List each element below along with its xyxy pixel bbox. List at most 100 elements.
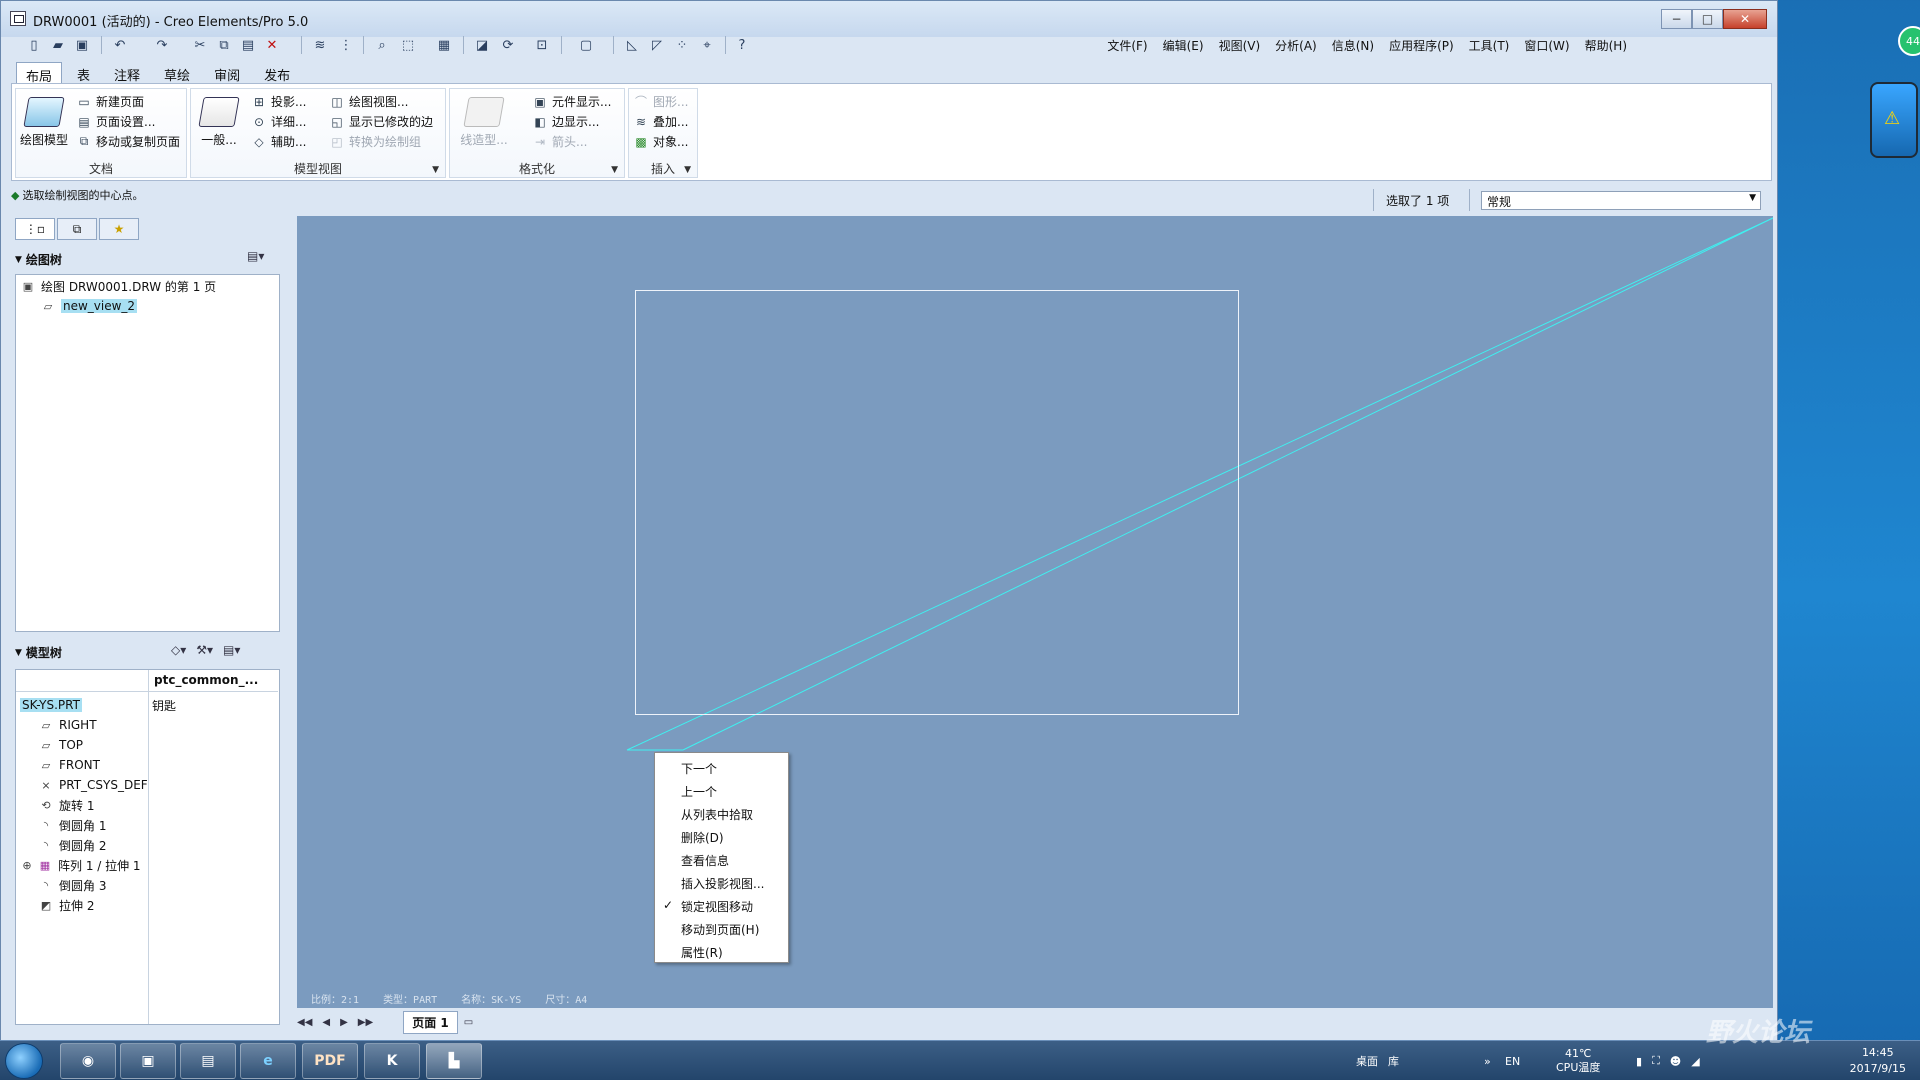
menu-item-info[interactable]: 查看信息 (681, 852, 729, 869)
taskbar-app-remote[interactable]: ▣ (120, 1043, 176, 1079)
next-page-icon[interactable]: ▶ (340, 1017, 348, 1028)
tray-library[interactable]: 库 (1388, 1041, 1399, 1080)
display-style-icon[interactable]: ▢ (575, 34, 597, 56)
taskbar-app-creo[interactable]: ▙ (426, 1043, 482, 1079)
tray-expand-icon[interactable]: » (1484, 1041, 1491, 1080)
tray-language[interactable]: EN (1505, 1041, 1520, 1080)
menu-analysis[interactable]: 分析(A) (1275, 37, 1317, 54)
model-views-expand-icon[interactable]: ▼ (432, 165, 439, 175)
taskbar-app-explorer[interactable]: ▤ (180, 1043, 236, 1079)
add-page-icon[interactable]: ▭ (464, 1017, 473, 1028)
page-tab[interactable]: 页面 1 (403, 1010, 458, 1034)
menu-item-previous[interactable]: 上一个 (681, 783, 717, 800)
menu-item-delete[interactable]: 删除(D) (681, 829, 724, 846)
arrow-button[interactable]: ⇥ 箭头... (532, 133, 587, 150)
menu-item-move-to-page[interactable]: 移动到页面(H) (681, 921, 759, 938)
tree-item-root[interactable]: SK-YS.PRT (20, 696, 82, 714)
taskbar-app-k[interactable]: K (364, 1043, 420, 1079)
copy-icon[interactable]: ⧉ (213, 34, 235, 56)
tab-folder-browser[interactable]: ⧉ (57, 218, 97, 240)
general-view-button[interactable]: 一般... (195, 97, 243, 148)
tree-item-sheet[interactable]: ▣ 绘图 DRW0001.DRW 的第 1 页 (20, 277, 216, 295)
repaint-icon[interactable]: ⟳ (497, 34, 519, 56)
move-copy-page-button[interactable]: ⧉ 移动或复制页面 (76, 133, 180, 150)
tree-item-round-3[interactable]: ◝ 倒圆角 3 (38, 876, 107, 894)
menu-item-pick-from-list[interactable]: 从列表中拾取 (681, 806, 753, 823)
taskbar-app-ie[interactable]: e (240, 1043, 296, 1079)
tree-item-revolve[interactable]: ⟲ 旋转 1 (38, 796, 94, 814)
page-setup-button[interactable]: ▤ 页面设置... (76, 113, 155, 130)
tree-item-round-1[interactable]: ◝ 倒圆角 1 (38, 816, 107, 834)
find-icon[interactable]: ⌕ (371, 34, 393, 56)
projection-view-button[interactable]: ⊞ 投影... (251, 93, 306, 110)
volume-icon[interactable]: ◢ (1691, 1055, 1699, 1068)
network-icon[interactable]: ⛶ (1652, 1054, 1660, 1068)
delete-icon[interactable]: ✕ (261, 34, 283, 56)
datum-plane-icon[interactable]: ◺ (621, 34, 643, 56)
menu-window[interactable]: 窗口(W) (1524, 37, 1569, 54)
drawing-tree-settings-icon[interactable]: ▤▾ (247, 249, 264, 263)
select-box-icon[interactable]: ⬚ (397, 34, 419, 56)
menu-applications[interactable]: 应用程序(P) (1389, 37, 1454, 54)
tree-item-view[interactable]: ▱ new_view_2 (40, 297, 138, 315)
convert-to-draw-group-button[interactable]: ◰ 转换为绘制组 (329, 133, 421, 150)
redo-icon[interactable]: ↷ (151, 34, 173, 56)
overlay-button[interactable]: ≋ 叠加... (633, 113, 688, 130)
prev-page-icon[interactable]: ◀ (322, 1017, 330, 1028)
maximize-button[interactable]: □ (1692, 9, 1723, 29)
first-page-icon[interactable]: ◀◀ (297, 1017, 312, 1028)
undo-icon[interactable]: ↶ (109, 34, 131, 56)
minimize-button[interactable]: − (1661, 9, 1692, 29)
tree-item-pattern[interactable]: ⊕ ▦ 阵列 1 / 拉伸 1 (22, 856, 140, 874)
menu-tools[interactable]: 工具(T) (1469, 37, 1510, 54)
tree-item-front[interactable]: ▱ FRONT (38, 756, 100, 774)
tree-item-extrude-2[interactable]: ◩ 拉伸 2 (38, 896, 95, 914)
taskbar-app-media[interactable]: ◉ (60, 1043, 116, 1079)
menu-item-lock-view-movement[interactable]: 锁定视图移动 (681, 898, 753, 915)
last-page-icon[interactable]: ▶▶ (358, 1017, 373, 1028)
menu-info[interactable]: 信息(N) (1332, 37, 1374, 54)
new-file-icon[interactable]: ▯ (23, 34, 45, 56)
auxiliary-view-button[interactable]: ◇ 辅助... (251, 133, 306, 150)
insert-expand-icon[interactable]: ▼ (684, 165, 691, 175)
csys-icon[interactable]: ⌖ (696, 34, 718, 56)
datum-axis-icon[interactable]: ◸ (646, 34, 668, 56)
drawing-tree-header[interactable]: ▼ 绘图树 (15, 251, 62, 268)
menu-item-properties[interactable]: 属性(R) (681, 944, 723, 961)
tree-item-round-2[interactable]: ◝ 倒圆角 2 (38, 836, 107, 854)
system-clock[interactable]: 14:45 2017/9/15 (1850, 1045, 1906, 1077)
taskbar-app-pdf[interactable]: PDF (302, 1043, 358, 1079)
help-icon[interactable]: ? (731, 34, 753, 56)
layer-icon[interactable]: ≋ (309, 34, 331, 56)
drawing-view-button[interactable]: ◫ 绘图视图... (329, 93, 408, 110)
datum-point-icon[interactable]: ⁘ (671, 34, 693, 56)
tree-item-csys[interactable]: ⨯ PRT_CSYS_DEF (38, 776, 147, 794)
tray-desktop[interactable]: 桌面 (1356, 1041, 1378, 1080)
menu-file[interactable]: 文件(F) (1107, 37, 1147, 54)
cut-icon[interactable]: ✂ (189, 34, 211, 56)
line-style-button[interactable]: 线造型... (456, 97, 512, 148)
new-page-button[interactable]: ▭ 新建页面 (76, 93, 144, 110)
desktop-gadget[interactable]: ⚠ (1870, 82, 1918, 158)
menu-edit[interactable]: 编辑(E) (1163, 37, 1204, 54)
drawing-model-button[interactable]: 绘图模型 (18, 97, 70, 148)
save-icon[interactable]: ▣ (71, 34, 93, 56)
edge-display-button[interactable]: ◧ 边显示... (532, 113, 599, 130)
component-display-button[interactable]: ▣ 元件显示... (532, 93, 611, 110)
show-icon[interactable]: ◇▾ (171, 643, 186, 657)
tab-model-tree[interactable]: ⋮▫ (15, 218, 55, 240)
regenerate-icon[interactable]: ◪ (471, 34, 493, 56)
settings-icon[interactable]: ▤▾ (223, 643, 240, 657)
model-tree-header[interactable]: ▼ 模型树 (15, 644, 62, 661)
table-icon[interactable]: ▦ (433, 34, 455, 56)
tab-favorites[interactable]: ★ (99, 218, 139, 240)
zoom-fit-icon[interactable]: ⊡ (531, 34, 553, 56)
graphics-canvas[interactable]: 比例：2:1 类型：PART 名称：SK-YS 尺寸：A4 (297, 216, 1773, 1008)
selection-filter-dropdown[interactable]: 常规 ▼ (1481, 191, 1761, 210)
tree-column-header-param[interactable]: ptc_common_... (148, 670, 278, 692)
gadget-badge[interactable]: 44 (1898, 26, 1920, 56)
object-button[interactable]: ▩ 对象... (633, 133, 688, 150)
paste-icon[interactable]: ▤ (237, 34, 259, 56)
menu-view[interactable]: 视图(V) (1219, 37, 1261, 54)
menu-item-next[interactable]: 下一个 (681, 760, 717, 777)
